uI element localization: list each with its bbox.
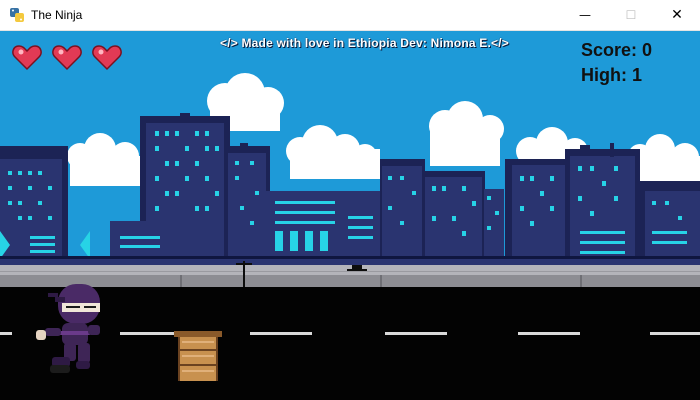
guardrail — [0, 256, 700, 265]
game-canvas[interactable]: </> Made with love in Ethiopia Dev: Nimo… — [0, 31, 700, 400]
python-icon — [10, 8, 24, 22]
sidewalk — [0, 265, 700, 287]
game-scene — [0, 31, 700, 400]
maximize-button[interactable]: ☐ — [608, 0, 654, 30]
road — [0, 287, 700, 400]
window-title: The Ninja — [31, 8, 83, 22]
maximize-icon: ☐ — [625, 8, 637, 22]
close-icon: ✕ — [671, 7, 683, 23]
minimize-button[interactable]: — — [562, 0, 608, 30]
title-bar[interactable]: The Ninja — ☐ ✕ — [0, 0, 700, 31]
high-score-text: High: 1 — [581, 65, 642, 85]
close-button[interactable]: ✕ — [654, 0, 700, 30]
credit-text: </> Made with love in Ethiopia Dev: Nimo… — [220, 36, 509, 50]
heart-icon — [92, 45, 122, 71]
crate-obstacle — [174, 331, 222, 381]
game-window: The Ninja — ☐ ✕ </> Made with love in Et… — [0, 0, 700, 400]
heart-icon — [52, 45, 82, 71]
minimize-icon: — — [579, 8, 591, 22]
score-text: Score: 0 — [581, 40, 653, 60]
heart-icon — [12, 45, 42, 71]
